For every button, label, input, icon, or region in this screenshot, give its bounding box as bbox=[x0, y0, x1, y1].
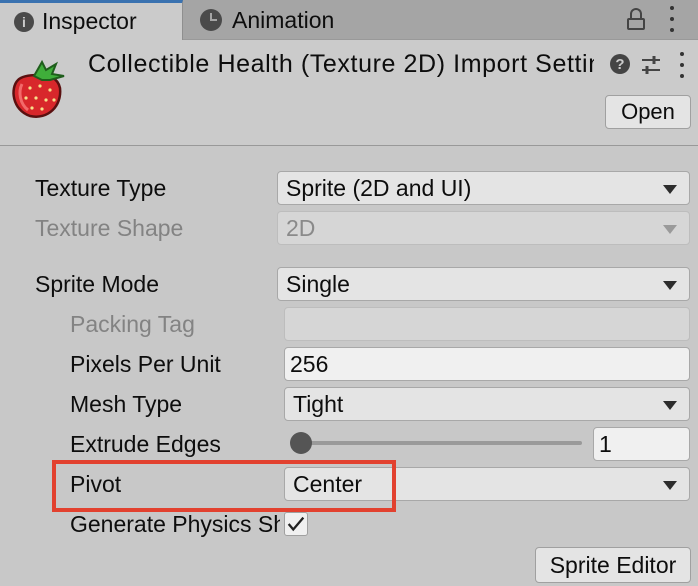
pivot-highlight-box bbox=[52, 460, 396, 512]
texture-shape-dropdown: 2D bbox=[277, 211, 690, 245]
tab-animation-label: Animation bbox=[232, 6, 335, 33]
packing-tag-field bbox=[284, 307, 690, 341]
generate-physics-shape-checkbox[interactable] bbox=[284, 512, 308, 536]
texture-type-label: Texture Type bbox=[35, 175, 167, 201]
texture-type-dropdown[interactable]: Sprite (2D and UI) bbox=[277, 171, 690, 205]
tab-inspector-label: Inspector bbox=[42, 8, 137, 34]
info-icon: i bbox=[14, 11, 34, 32]
tab-menu-kebab-icon[interactable] bbox=[669, 6, 675, 32]
chevron-down-icon bbox=[663, 401, 677, 410]
sprite-editor-button[interactable]: Sprite Editor bbox=[535, 547, 691, 583]
extrude-edges-field[interactable]: 1 bbox=[593, 427, 690, 461]
open-button[interactable]: Open bbox=[605, 95, 691, 129]
pixels-per-unit-label: Pixels Per Unit bbox=[70, 351, 221, 377]
inspector-header: Collectible Health (Texture 2D) Import S… bbox=[0, 40, 698, 146]
tab-animation[interactable]: Animation bbox=[190, 0, 334, 40]
checkmark-icon bbox=[287, 516, 305, 532]
mesh-type-label: Mesh Type bbox=[70, 391, 183, 417]
sprite-mode-dropdown[interactable]: Single bbox=[277, 267, 690, 301]
presets-sliders-icon[interactable] bbox=[640, 54, 662, 76]
pixels-per-unit-field[interactable]: 256 bbox=[284, 347, 690, 381]
texture-shape-value: 2D bbox=[286, 214, 316, 241]
extrude-edges-label: Extrude Edges bbox=[70, 431, 221, 457]
strawberry-icon bbox=[12, 59, 65, 118]
packing-tag-label: Packing Tag bbox=[70, 311, 195, 337]
chevron-down-icon bbox=[663, 185, 677, 194]
chevron-down-icon bbox=[663, 481, 677, 490]
chevron-down-icon bbox=[663, 225, 677, 234]
sprite-mode-label: Sprite Mode bbox=[35, 271, 160, 297]
mesh-type-value: Tight bbox=[293, 390, 344, 417]
texture-type-value: Sprite (2D and UI) bbox=[286, 174, 472, 201]
help-icon[interactable]: ? bbox=[610, 54, 630, 74]
tab-bar: i Inspector Animation bbox=[0, 0, 698, 40]
mesh-type-dropdown[interactable]: Tight bbox=[284, 387, 690, 421]
extrude-edges-slider[interactable] bbox=[294, 441, 582, 445]
animation-clock-icon bbox=[200, 9, 222, 31]
asset-title: Collectible Health (Texture 2D) Import S… bbox=[88, 50, 594, 78]
extrude-edges-slider-handle[interactable] bbox=[290, 432, 312, 454]
sprite-mode-value: Single bbox=[286, 270, 350, 297]
tab-inspector[interactable]: i Inspector bbox=[0, 0, 183, 40]
generate-physics-shape-label: Generate Physics Shape bbox=[70, 511, 280, 537]
chevron-down-icon bbox=[663, 281, 677, 290]
lock-icon[interactable] bbox=[627, 8, 647, 30]
header-menu-kebab-icon[interactable] bbox=[679, 52, 685, 78]
texture-shape-label: Texture Shape bbox=[35, 215, 184, 241]
